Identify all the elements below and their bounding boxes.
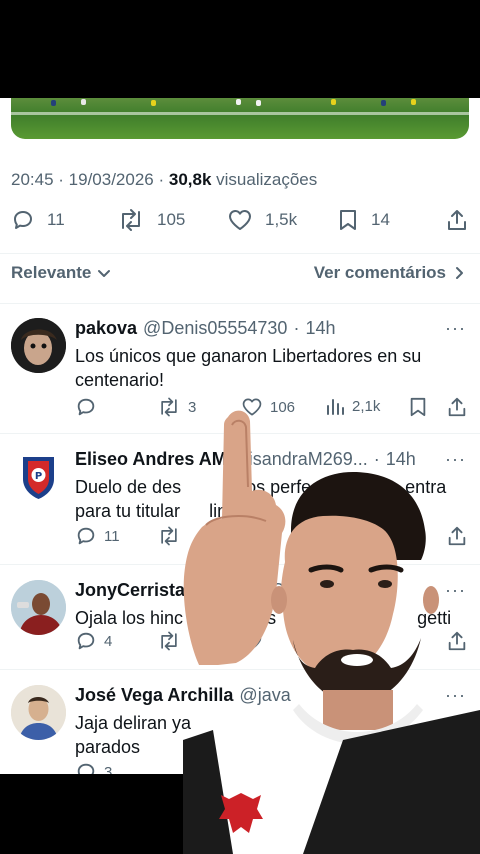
- repost-button[interactable]: [157, 630, 181, 652]
- creator-video-overlay: [183, 472, 480, 854]
- chevron-down-icon: [98, 270, 111, 277]
- reply-text-part: Jaja deliran ya: [75, 713, 192, 733]
- sort-dropdown[interactable]: Relevante: [11, 263, 111, 283]
- repost-icon: [161, 526, 177, 546]
- like-count: 1,5k: [265, 210, 298, 229]
- reply-author-name[interactable]: JonyCerrista: [75, 580, 185, 601]
- video-frame: 20:45 · 19/03/2026 · 30,8k visualizações…: [0, 0, 480, 854]
- avatar[interactable]: [11, 318, 66, 373]
- share-button[interactable]: [445, 208, 469, 232]
- heart-icon: [229, 210, 251, 230]
- reply-count: 4: [104, 632, 113, 650]
- reply-button[interactable]: 11: [75, 525, 120, 547]
- repost-icon: [161, 631, 177, 651]
- bookmark-button[interactable]: 14: [337, 208, 390, 232]
- repost-count: 105: [157, 210, 186, 229]
- bookmark-button[interactable]: [408, 396, 428, 418]
- post-meta: 20:45 · 19/03/2026 · 30,8k visualizações: [11, 170, 318, 189]
- reply-icon: [77, 763, 95, 774]
- post-date: 19/03/2026: [68, 170, 154, 189]
- bookmark-icon: [410, 397, 426, 417]
- view-comments-link[interactable]: Ver comentários: [314, 263, 466, 283]
- views-button[interactable]: 2,1k: [325, 396, 380, 416]
- repost-icon: [161, 397, 177, 417]
- reply-author-name[interactable]: pakova: [75, 318, 137, 339]
- post-action-bar: 11 105 1,5k 14: [11, 208, 469, 238]
- share-icon: [448, 397, 466, 417]
- reply-count: 11: [104, 527, 120, 545]
- reply-count: 3: [104, 763, 113, 775]
- reply-time: 14h: [305, 318, 336, 338]
- svg-text:P: P: [35, 471, 42, 482]
- avatar[interactable]: [11, 685, 66, 740]
- reply-button[interactable]: 3: [75, 761, 112, 774]
- reply-icon: [14, 211, 32, 229]
- reply-button[interactable]: [75, 396, 97, 418]
- post-time: 20:45: [11, 170, 54, 189]
- reply-time: 14h: [385, 449, 416, 469]
- reply-button[interactable]: 4: [75, 630, 112, 652]
- reply-author-handle[interactable]: @Denis05554730: [143, 318, 287, 339]
- avatar[interactable]: [11, 580, 66, 635]
- views-count: 2,1k: [352, 397, 381, 415]
- bookmark-count: 14: [371, 210, 390, 229]
- reply-text-part: Duelo de des: [75, 477, 182, 497]
- reply-icon: [77, 632, 95, 650]
- more-options-icon[interactable]: ···: [445, 449, 466, 470]
- repost-button[interactable]: [157, 525, 181, 547]
- analytics-icon: [327, 399, 344, 415]
- share-button[interactable]: [446, 396, 468, 418]
- reply-icon: [77, 398, 95, 416]
- chevron-right-icon: [456, 267, 463, 279]
- view-comments-label: Ver comentários: [313, 263, 446, 282]
- avatar[interactable]: P: [11, 449, 66, 504]
- bookmark-icon: [340, 210, 356, 230]
- views-label: visualizações: [216, 170, 318, 189]
- share-icon: [448, 210, 466, 230]
- reply-button[interactable]: 11: [11, 208, 65, 232]
- views-count: 30,8k: [168, 170, 212, 189]
- reply-text-part: para tu titular: [75, 501, 181, 521]
- post-media-image[interactable]: [11, 98, 469, 139]
- repost-icon: [122, 209, 140, 231]
- reply-text-part: Ojala los hinc: [75, 608, 184, 628]
- reply-text-part: parados: [75, 737, 141, 757]
- reply-text: Los únicos que ganaron Libertadores en s…: [75, 346, 422, 390]
- repost-button[interactable]: 105: [117, 208, 185, 232]
- like-button[interactable]: 1,5k: [227, 208, 297, 232]
- reply-icon: [77, 527, 95, 545]
- more-options-icon[interactable]: ···: [445, 318, 466, 339]
- divider: [0, 253, 480, 254]
- sort-label: Relevante: [11, 263, 92, 282]
- reply-count: 11: [47, 210, 65, 229]
